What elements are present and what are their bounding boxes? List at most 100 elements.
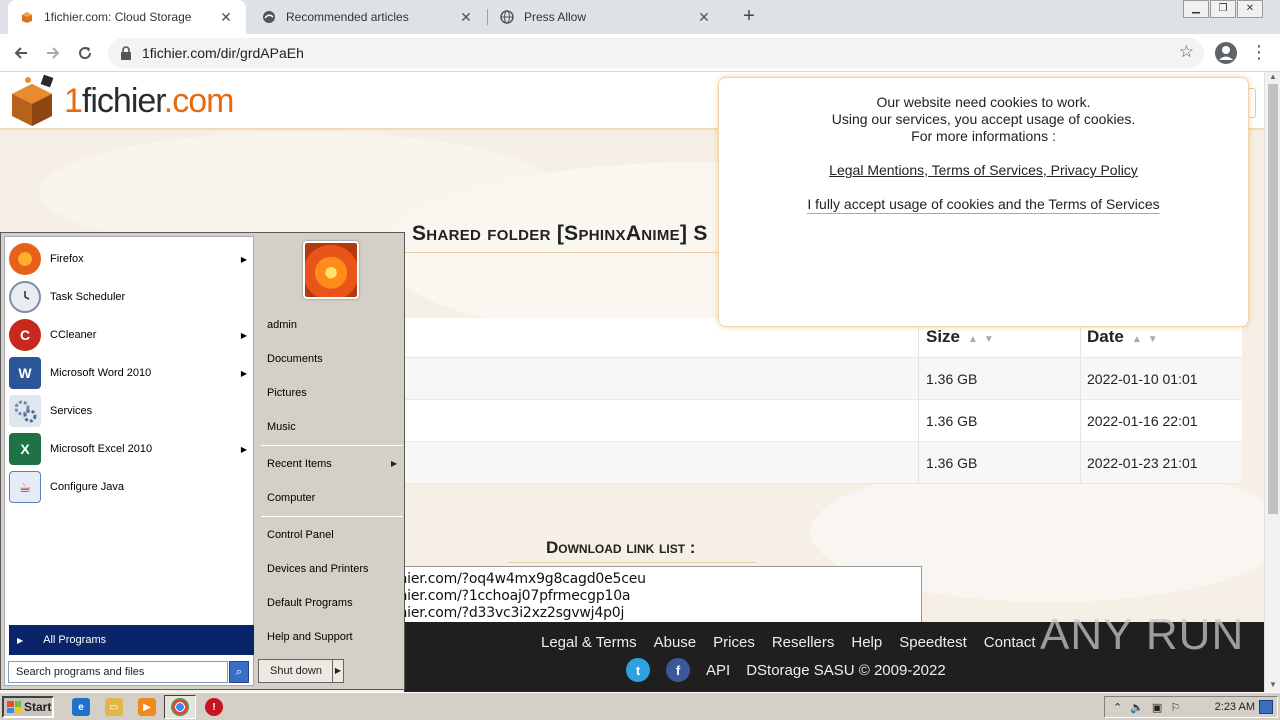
media-player-icon[interactable]: ▶ [138,698,156,716]
start-menu-places: admin Documents Pictures Music Recent It… [257,233,405,689]
show-desktop-button[interactable] [1259,700,1273,714]
tab-1fichier[interactable]: 1fichier.com: Cloud Storage ✕ [8,0,246,34]
chrome-icon[interactable] [171,698,189,716]
new-tab-button[interactable]: + [738,5,760,27]
start-item-services[interactable]: Services [9,393,253,429]
footer-link-api[interactable]: API [706,662,730,679]
reload-icon[interactable] [72,40,98,66]
footer-link-legal[interactable]: Legal & Terms [541,634,637,651]
folder-icon[interactable]: ▭ [105,698,123,716]
profile-avatar-icon[interactable] [1214,41,1238,65]
footer-social-row: t f API DStorage SASU © 2009-2022 [626,658,962,682]
footer-link-contact[interactable]: Contact [984,634,1036,651]
tray-expand-icon[interactable]: ⌃ [1113,701,1122,714]
start-link-pictures[interactable]: Pictures [267,387,307,399]
all-programs-button[interactable]: ▶ All Programs [9,625,254,655]
close-tab-icon[interactable]: ✕ [458,9,474,26]
tab-recommended-articles[interactable]: Recommended articles ✕ [250,0,486,34]
footer-link-abuse[interactable]: Abuse [654,634,697,651]
shutdown-button[interactable]: Shut down [258,659,334,683]
footer-link-help[interactable]: Help [851,634,882,651]
lock-icon[interactable] [120,46,132,60]
user-avatar[interactable] [303,241,359,299]
cookie-legal-links[interactable]: Legal Mentions, Terms of Services, Priva… [719,162,1248,179]
sort-arrows-icon[interactable]: ▲▼ [968,334,1000,345]
facebook-icon[interactable]: f [666,658,690,682]
start-item-task-scheduler[interactable]: Task Scheduler [9,279,253,315]
footer-links: Legal & Terms Abuse Prices Resellers Hel… [541,634,1053,651]
close-tab-icon[interactable]: ✕ [218,9,234,26]
excel-icon: X [9,433,41,465]
start-menu-programs: Firefox ▶ Task Scheduler C CCleaner ▶ W Mi… [4,236,254,686]
back-arrow-icon[interactable] [8,40,34,66]
start-link-computer[interactable]: Computer [267,492,315,504]
file-date: 2022-01-10 01:01 [1087,371,1198,387]
start-item-configure-java[interactable]: ☕ Configure Java [9,469,253,505]
sort-arrows-icon[interactable]: ▲▼ [1132,334,1164,345]
size-column-header[interactable]: Size ▲▼ [926,327,1000,347]
cookie-consent-popup: Our website need cookies to work. Using … [718,77,1249,327]
clock[interactable]: 2:23 AM [1215,701,1255,713]
download-links-textarea[interactable]: chier.com/?oq4w4mx9g8cagd0e5ceu chier.co… [390,566,922,626]
start-link-devices-printers[interactable]: Devices and Printers [267,563,369,575]
start-link-admin[interactable]: admin [267,319,297,331]
firefox-icon [9,243,41,275]
opera-icon[interactable]: ! [205,698,223,716]
start-menu-divider [261,445,403,446]
volume-icon[interactable]: 🔈 [1130,701,1144,714]
start-link-control-panel[interactable]: Control Panel [267,529,334,541]
anyrun-watermark: ANY RUN [1040,610,1245,659]
address-bar[interactable]: 1fichier.com/dir/grdAPaEh ☆ [108,38,1204,68]
start-link-help-support[interactable]: Help and Support [267,631,353,643]
table-row[interactable]: 1.36 GB 2022-01-16 22:01 [404,400,1242,442]
table-row[interactable]: 1.36 GB 2022-01-23 21:01 [404,442,1242,484]
close-window-icon[interactable]: ✕ [1237,0,1263,18]
restore-icon[interactable]: ❐ [1210,0,1236,18]
logo-wordmark: 1fichier.com [64,81,234,120]
page-title: Shared folder [SphinxAnime] S [412,222,708,245]
twitter-icon[interactable]: t [626,658,650,682]
date-column-header[interactable]: Date ▲▼ [1087,327,1164,347]
scroll-up-icon[interactable]: ▲ [1265,72,1280,84]
start-link-recent-items[interactable]: Recent Items [267,458,332,470]
network-icon[interactable]: ▣ [1152,701,1162,714]
search-icon[interactable]: ⌕ [229,661,249,683]
start-link-music[interactable]: Music [267,421,296,433]
download-list-title: Download link list : [546,538,696,557]
scroll-thumb[interactable] [1268,84,1278,514]
start-item-ccleaner[interactable]: C CCleaner ▶ [9,317,253,353]
footer-link-prices[interactable]: Prices [713,634,755,651]
forward-arrow-icon[interactable] [40,40,66,66]
cookie-text: For more informations : [911,128,1056,144]
menu-kebab-icon[interactable]: ⋮ [1250,42,1268,64]
start-item-excel[interactable]: X Microsoft Excel 2010 ▶ [9,431,253,467]
site-logo[interactable]: 1fichier.com [6,74,234,128]
start-link-documents[interactable]: Documents [267,353,323,365]
start-link-default-programs[interactable]: Default Programs [267,597,353,609]
page-scrollbar[interactable]: ▲ ▼ [1264,72,1280,692]
bookmark-star-icon[interactable]: ☆ [1179,42,1194,62]
browser-tab-bar: 1fichier.com: Cloud Storage ✕ Recommende… [0,0,1280,34]
table-row[interactable]: 1.36 GB 2022-01-10 01:01 [404,358,1242,400]
shutdown-options-icon[interactable]: ▶ [332,659,344,683]
tab-press-allow[interactable]: Press Allow ✕ [488,0,724,34]
footer-link-resellers[interactable]: Resellers [772,634,835,651]
scroll-down-icon[interactable]: ▼ [1265,680,1280,692]
start-button[interactable]: Start [2,696,54,718]
close-tab-icon[interactable]: ✕ [696,9,712,26]
windows-logo-icon [7,701,21,713]
taskbar: Start e ▭ ▶ ! ⌃ 🔈 ▣ ⚐ 2:23 AM [0,692,1280,720]
orange-box-favicon-icon [20,10,34,24]
cookie-accept-link[interactable]: I fully accept usage of cookies and the … [807,196,1160,214]
start-item-firefox[interactable]: Firefox ▶ [9,241,253,277]
download-link: chier.com/?oq4w4mx9g8cagd0e5ceu [391,571,646,587]
url-text[interactable]: 1fichier.com/dir/grdAPaEh [142,45,304,61]
action-center-flag-icon[interactable]: ⚐ [1170,701,1180,714]
internet-explorer-icon[interactable]: e [72,698,90,716]
start-search-input[interactable]: Search programs and files [8,661,228,683]
footer-link-speedtest[interactable]: Speedtest [899,634,967,651]
minimize-icon[interactable]: ▁ [1183,0,1209,18]
start-item-word[interactable]: W Microsoft Word 2010 ▶ [9,355,253,391]
globe-bird-favicon-icon [262,10,276,24]
download-title-divider [508,562,756,563]
